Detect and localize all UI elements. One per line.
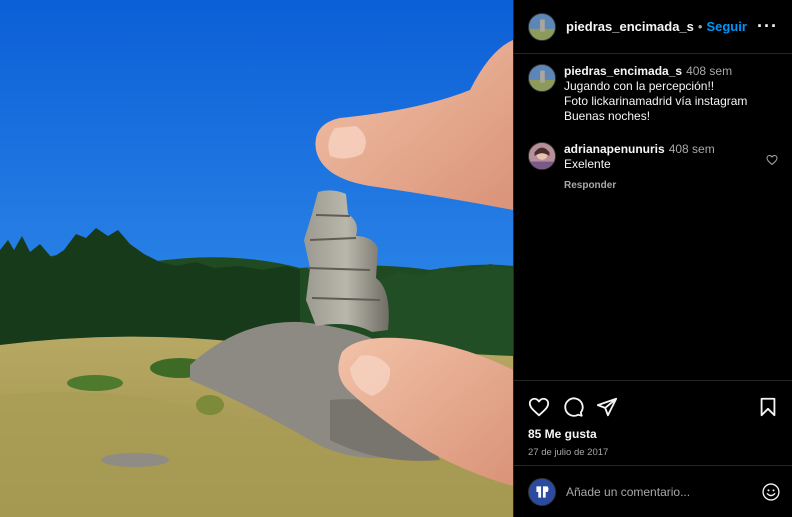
caption-line: Buenas noches! bbox=[564, 109, 651, 123]
paper-plane-icon[interactable] bbox=[596, 396, 618, 418]
likes-count[interactable]: 85 Me gusta bbox=[514, 427, 792, 443]
caption-username[interactable]: piedras_encimada_s bbox=[564, 64, 682, 78]
caption-time: 408 sem bbox=[686, 64, 733, 78]
post-actions-section: 85 Me gusta 27 de julio de 2017 bbox=[514, 380, 792, 459]
action-bar bbox=[514, 381, 792, 427]
comment-item: adrianapenunuris 408 sem Exelente Respond… bbox=[528, 142, 778, 193]
more-options-icon[interactable]: ··· bbox=[757, 16, 778, 37]
comment-composer bbox=[514, 465, 792, 517]
caption-comment: piedras_encimada_s 408 sem Jugando con la… bbox=[528, 64, 778, 124]
separator-dot: • bbox=[697, 19, 703, 34]
smiley-icon[interactable] bbox=[761, 482, 781, 502]
comment-bubble-icon[interactable] bbox=[562, 396, 584, 418]
comments-list: piedras_encimada_s 408 sem Jugando con la… bbox=[514, 54, 792, 382]
comment-body: adrianapenunuris 408 sem Exelente Respond… bbox=[564, 142, 778, 193]
commenter-avatar[interactable] bbox=[528, 142, 556, 170]
comment-time: 408 sem bbox=[668, 142, 715, 156]
post-side-panel: piedras_encimada_s • Seguir ··· piedras_… bbox=[513, 0, 792, 517]
heart-icon[interactable] bbox=[528, 396, 550, 418]
caption-body: piedras_encimada_s 408 sem Jugando con la… bbox=[564, 64, 778, 124]
post-date: 27 de julio de 2017 bbox=[528, 447, 609, 458]
current-user-avatar[interactable] bbox=[528, 477, 556, 506]
comment-text: Exelente bbox=[564, 157, 611, 171]
post-header: piedras_encimada_s • Seguir ··· bbox=[514, 0, 792, 54]
comment-input[interactable] bbox=[566, 484, 761, 499]
caption-author-avatar[interactable] bbox=[528, 64, 556, 92]
photo-image bbox=[0, 0, 513, 517]
bookmark-icon[interactable] bbox=[757, 396, 779, 418]
author-avatar[interactable] bbox=[528, 12, 556, 41]
comment-heart-icon[interactable] bbox=[766, 154, 778, 166]
commenter-username[interactable]: adrianapenunuris bbox=[564, 142, 665, 156]
caption-line: Jugando con la percepción!! bbox=[564, 79, 715, 93]
reply-button[interactable]: Responder bbox=[564, 178, 778, 193]
follow-button[interactable]: Seguir bbox=[706, 19, 746, 34]
caption-line: Foto lickarinamadrid vía instagram bbox=[564, 94, 748, 108]
author-username[interactable]: piedras_encimada_s bbox=[566, 19, 694, 34]
post-photo[interactable] bbox=[0, 0, 513, 517]
